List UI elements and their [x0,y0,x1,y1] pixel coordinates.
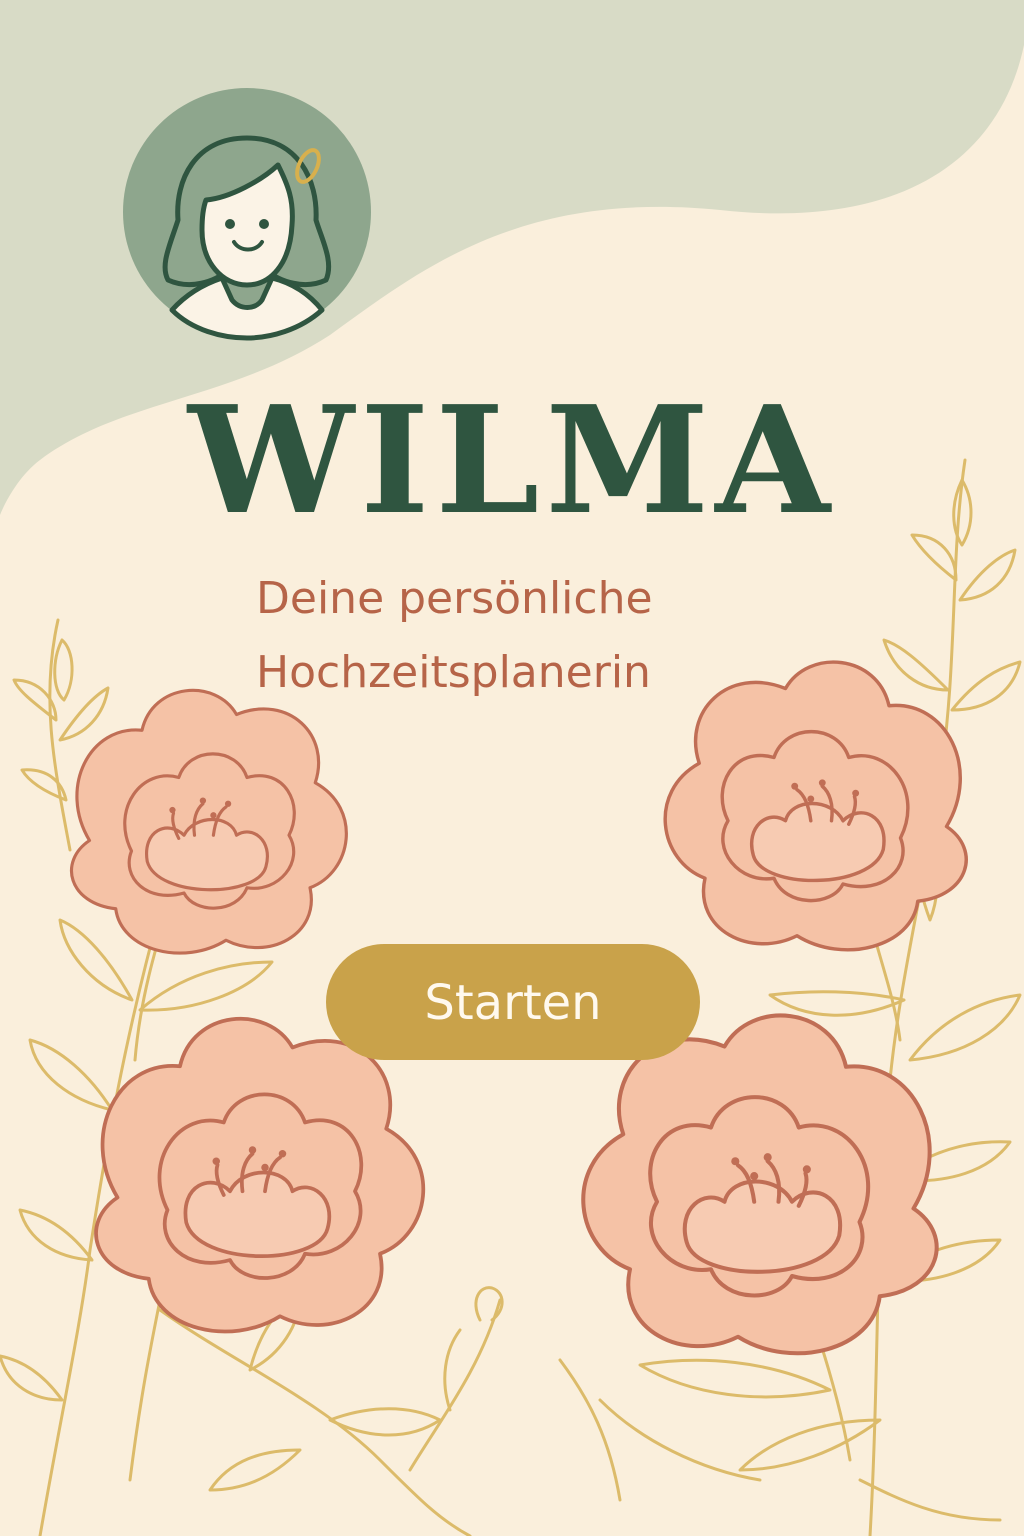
start-button[interactable]: Starten [326,944,700,1060]
woman-avatar-icon [123,88,371,341]
splash-screen: WILMA Deine persönliche Hochzeitsplaneri… [0,0,1024,1536]
app-subtitle: Deine persönliche Hochzeitsplanerin [256,573,653,698]
app-title: WILMA [187,373,837,547]
